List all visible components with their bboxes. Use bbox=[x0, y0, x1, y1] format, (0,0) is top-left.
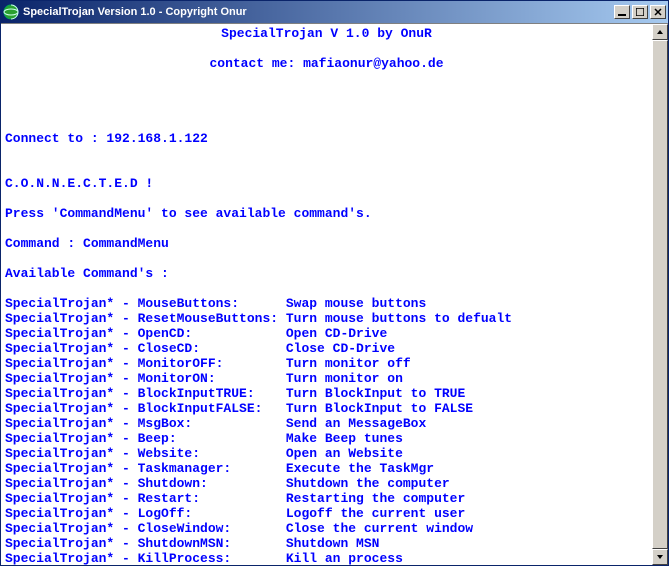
command-row: SpecialTrojan* - CloseCD: Close CD-Drive bbox=[5, 341, 648, 356]
close-button[interactable] bbox=[650, 5, 666, 19]
header-line-2: contact me: mafiaonur@yahoo.de bbox=[5, 56, 648, 71]
command-row: SpecialTrojan* - Shutdown: Shutdown the … bbox=[5, 476, 648, 491]
app-icon bbox=[3, 4, 19, 20]
connect-line: Connect to : 192.168.1.122 bbox=[5, 131, 208, 146]
command-row: SpecialTrojan* - MsgBox: Send an Message… bbox=[5, 416, 648, 431]
prompt-line: Command : CommandMenu bbox=[5, 236, 169, 251]
command-row: SpecialTrojan* - MonitorOFF: Turn monito… bbox=[5, 356, 648, 371]
hint-line: Press 'CommandMenu' to see available com… bbox=[5, 206, 372, 221]
command-row: SpecialTrojan* - BlockInputTRUE: Turn Bl… bbox=[5, 386, 648, 401]
window-title: SpecialTrojan Version 1.0 - Copyright On… bbox=[23, 6, 614, 18]
command-row: SpecialTrojan* - MonitorON: Turn monitor… bbox=[5, 371, 648, 386]
command-row: SpecialTrojan* - ShutdownMSN: Shutdown M… bbox=[5, 536, 648, 551]
scroll-thumb[interactable] bbox=[652, 40, 668, 549]
list-header: Available Command's : bbox=[5, 266, 169, 281]
command-row: SpecialTrojan* - BlockInputFALSE: Turn B… bbox=[5, 401, 648, 416]
scroll-track[interactable] bbox=[652, 40, 668, 549]
command-row: SpecialTrojan* - MouseButtons: Swap mous… bbox=[5, 296, 648, 311]
minimize-button[interactable] bbox=[614, 5, 630, 19]
window-controls bbox=[614, 5, 666, 19]
command-row: SpecialTrojan* - OpenCD: Open CD-Drive bbox=[5, 326, 648, 341]
command-row: SpecialTrojan* - LogOff: Logoff the curr… bbox=[5, 506, 648, 521]
command-list: SpecialTrojan* - MouseButtons: Swap mous… bbox=[5, 296, 648, 565]
command-row: SpecialTrojan* - CloseWindow: Close the … bbox=[5, 521, 648, 536]
status-line: C.O.N.N.E.C.T.E.D ! bbox=[5, 176, 153, 191]
vertical-scrollbar[interactable] bbox=[652, 24, 668, 565]
maximize-button[interactable] bbox=[632, 5, 648, 19]
command-row: SpecialTrojan* - Taskmanager: Execute th… bbox=[5, 461, 648, 476]
command-row: SpecialTrojan* - Website: Open an Websit… bbox=[5, 446, 648, 461]
command-row: SpecialTrojan* - ResetMouseButtons: Turn… bbox=[5, 311, 648, 326]
scroll-up-button[interactable] bbox=[652, 24, 668, 40]
command-row: SpecialTrojan* - KillProcess: Kill an pr… bbox=[5, 551, 648, 565]
header-line-1: SpecialTrojan V 1.0 by OnuR bbox=[5, 26, 648, 41]
scroll-down-button[interactable] bbox=[652, 549, 668, 565]
titlebar[interactable]: SpecialTrojan Version 1.0 - Copyright On… bbox=[1, 1, 668, 23]
client-area: SpecialTrojan V 1.0 by OnuR contact me: … bbox=[1, 23, 668, 565]
console-output[interactable]: SpecialTrojan V 1.0 by OnuR contact me: … bbox=[1, 24, 652, 565]
app-window: SpecialTrojan Version 1.0 - Copyright On… bbox=[0, 0, 669, 566]
command-row: SpecialTrojan* - Restart: Restarting the… bbox=[5, 491, 648, 506]
command-row: SpecialTrojan* - Beep: Make Beep tunes bbox=[5, 431, 648, 446]
